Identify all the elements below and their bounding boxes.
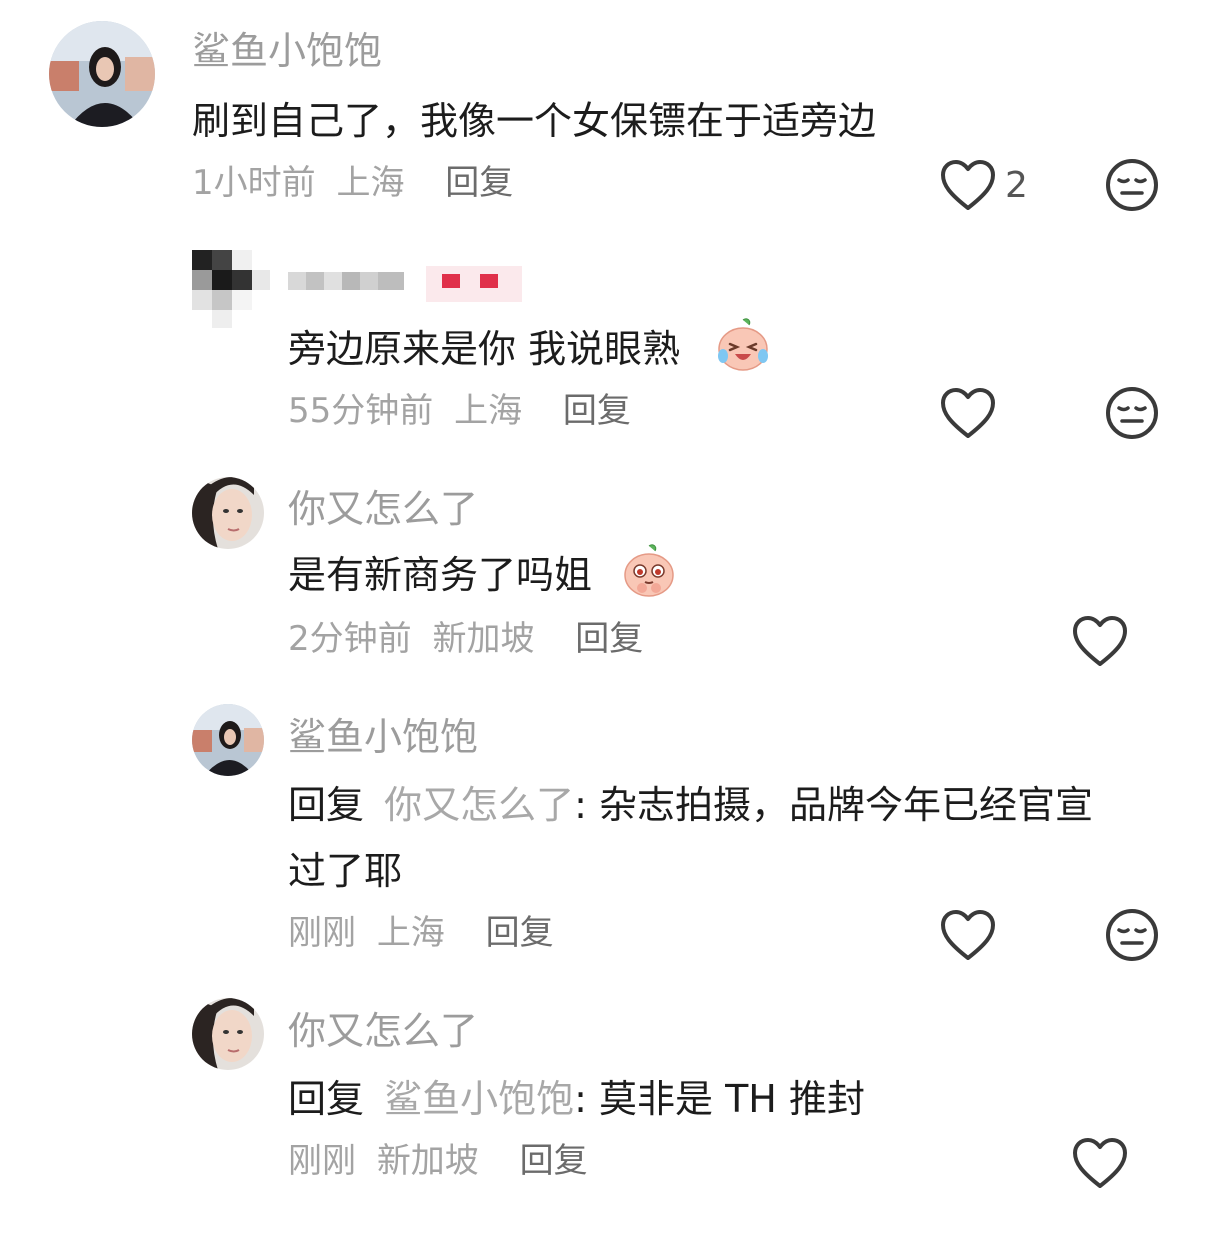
location: 新加坡 (432, 619, 535, 659)
reply-target-username[interactable]: 鲨鱼小饱饱 (384, 1077, 574, 1121)
avatar[interactable] (192, 477, 264, 549)
location: 新加坡 (376, 1141, 479, 1181)
username[interactable]: 你又怎么了 (288, 490, 478, 528)
comment-body: 是有新商务了吗姐 (288, 553, 593, 597)
laughing-peach-emoji (718, 318, 768, 371)
location: 上海 (376, 913, 445, 953)
like-count: 2 (1005, 165, 1028, 206)
heart-outline-icon[interactable] (940, 388, 996, 440)
heart-outline-icon[interactable] (940, 160, 996, 212)
comment-body: 旁边原来是你 我说眼熟 (288, 327, 681, 371)
avatar[interactable] (192, 250, 270, 328)
heart-outline-icon[interactable] (940, 910, 996, 962)
timestamp: 2分钟前 (288, 619, 412, 659)
comment-text: 回复 鲨鱼小饱饱: 莫非是 TH 推封 (288, 1080, 865, 1118)
username-pixelated[interactable] (288, 266, 522, 310)
heart-outline-icon[interactable] (1072, 1138, 1128, 1190)
reply-button[interactable]: 回复 (445, 163, 513, 203)
reply-prefix: 回复 (288, 1077, 365, 1121)
neutral-face-icon[interactable] (1105, 158, 1159, 212)
avatar[interactable] (192, 998, 264, 1070)
reply-button[interactable]: 回复 (486, 913, 554, 953)
comment-text: 回复 你又怎么了: 杂志拍摄，品牌今年已经官宣 (288, 786, 1093, 824)
timestamp: 刚刚 (288, 1141, 356, 1181)
timestamp: 1小时前 (192, 163, 316, 203)
reply-button[interactable]: 回复 (575, 619, 643, 659)
comment-meta: 2分钟前 新加坡 回复 (288, 622, 643, 656)
comment-text-continued: 过了耶 (288, 849, 403, 893)
comment-meta: 刚刚 新加坡 回复 (288, 1144, 588, 1178)
reply-button[interactable]: 回复 (563, 391, 631, 431)
heart-outline-icon[interactable] (1072, 616, 1128, 668)
username[interactable]: 你又怎么了 (288, 1012, 478, 1050)
comment-meta: 55分钟前 上海 回复 (288, 394, 631, 428)
avatar[interactable] (192, 704, 264, 776)
reply-prefix: 回复 (288, 783, 365, 827)
timestamp: 刚刚 (288, 913, 356, 953)
timestamp: 55分钟前 (288, 391, 434, 431)
comment-body: : 杂志拍摄，品牌今年已经官宣 (574, 783, 1094, 827)
location: 上海 (454, 391, 523, 431)
comment-text: 刷到自己了，我像一个女保镖在于适旁边 (192, 99, 877, 143)
location: 上海 (336, 163, 405, 203)
username[interactable]: 鲨鱼小饱饱 (192, 32, 382, 70)
username[interactable]: 鲨鱼小饱饱 (288, 718, 478, 756)
reply-button[interactable]: 回复 (520, 1141, 588, 1181)
comment-meta: 1小时前 上海 回复 (192, 166, 513, 200)
comment-text: 是有新商务了吗姐 (288, 556, 592, 594)
comment-meta: 刚刚 上海 回复 (288, 916, 554, 950)
pleading-peach-emoji (624, 544, 674, 597)
comment-text: 旁边原来是你 我说眼熟 (288, 330, 680, 368)
reply-target-username[interactable]: 你又怎么了 (384, 783, 574, 827)
comment-body: : 莫非是 TH 推封 (574, 1077, 865, 1121)
avatar[interactable] (49, 21, 155, 127)
neutral-face-icon[interactable] (1105, 386, 1159, 440)
neutral-face-icon[interactable] (1105, 908, 1159, 962)
